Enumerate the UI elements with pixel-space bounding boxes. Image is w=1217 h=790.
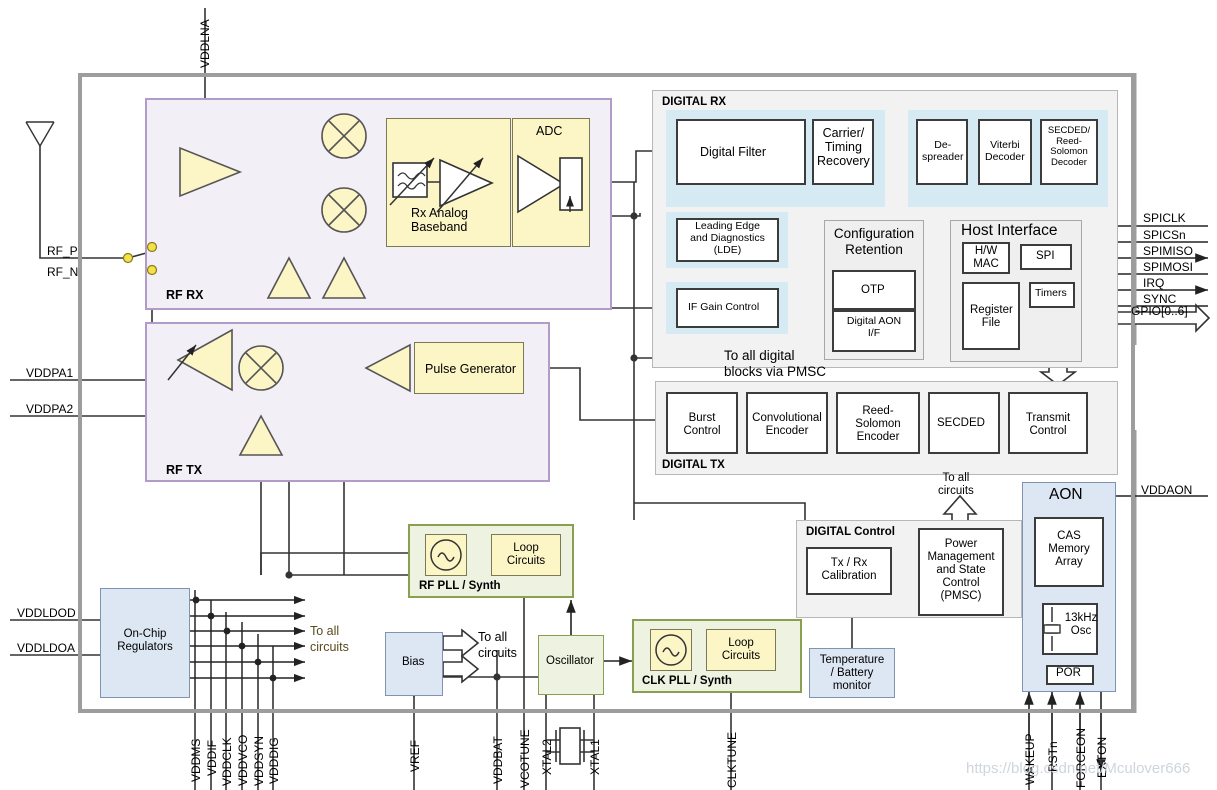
pin-vddlna: VDDLNA <box>198 19 212 68</box>
pin-vddbat: VDDBAT <box>491 736 505 784</box>
rf-switch-nodes <box>122 241 158 276</box>
pin-vddclk: VDDCLK <box>220 737 234 786</box>
pin-xtal1: XTAL1 <box>588 739 602 775</box>
pin-gpio: GPIO[0..6] <box>1131 304 1188 318</box>
pin-irq: IRQ <box>1143 276 1165 290</box>
pin-vddvco: VDDVCO <box>236 734 250 786</box>
pin-spimosi: SPIMOSI <box>1143 260 1194 274</box>
watermark: https://blog.csdn.net/Mculover666 <box>966 760 1191 777</box>
pin-vddsyn: VDDSYN <box>252 735 266 786</box>
pin-clktune: CLKTUNE <box>725 731 739 788</box>
pin-spimiso: SPIMISO <box>1143 244 1194 258</box>
pin-xtal2: XTAL2 <box>540 739 554 775</box>
pin-vddif: VDDIF <box>205 740 219 776</box>
pin-vddms: VDDMS <box>189 738 203 782</box>
pin-forceon: FORCEON <box>1074 728 1088 788</box>
pin-spicsn: SPICSn <box>1143 228 1186 242</box>
pin-vref: VREF <box>408 739 422 772</box>
pin-vcotune: VCOTUNE <box>518 729 532 788</box>
pin-vddaon: VDDAON <box>1141 483 1193 497</box>
pin-spiclk: SPICLK <box>1143 211 1186 225</box>
pin-vdddig: VDDDIG <box>267 737 281 784</box>
